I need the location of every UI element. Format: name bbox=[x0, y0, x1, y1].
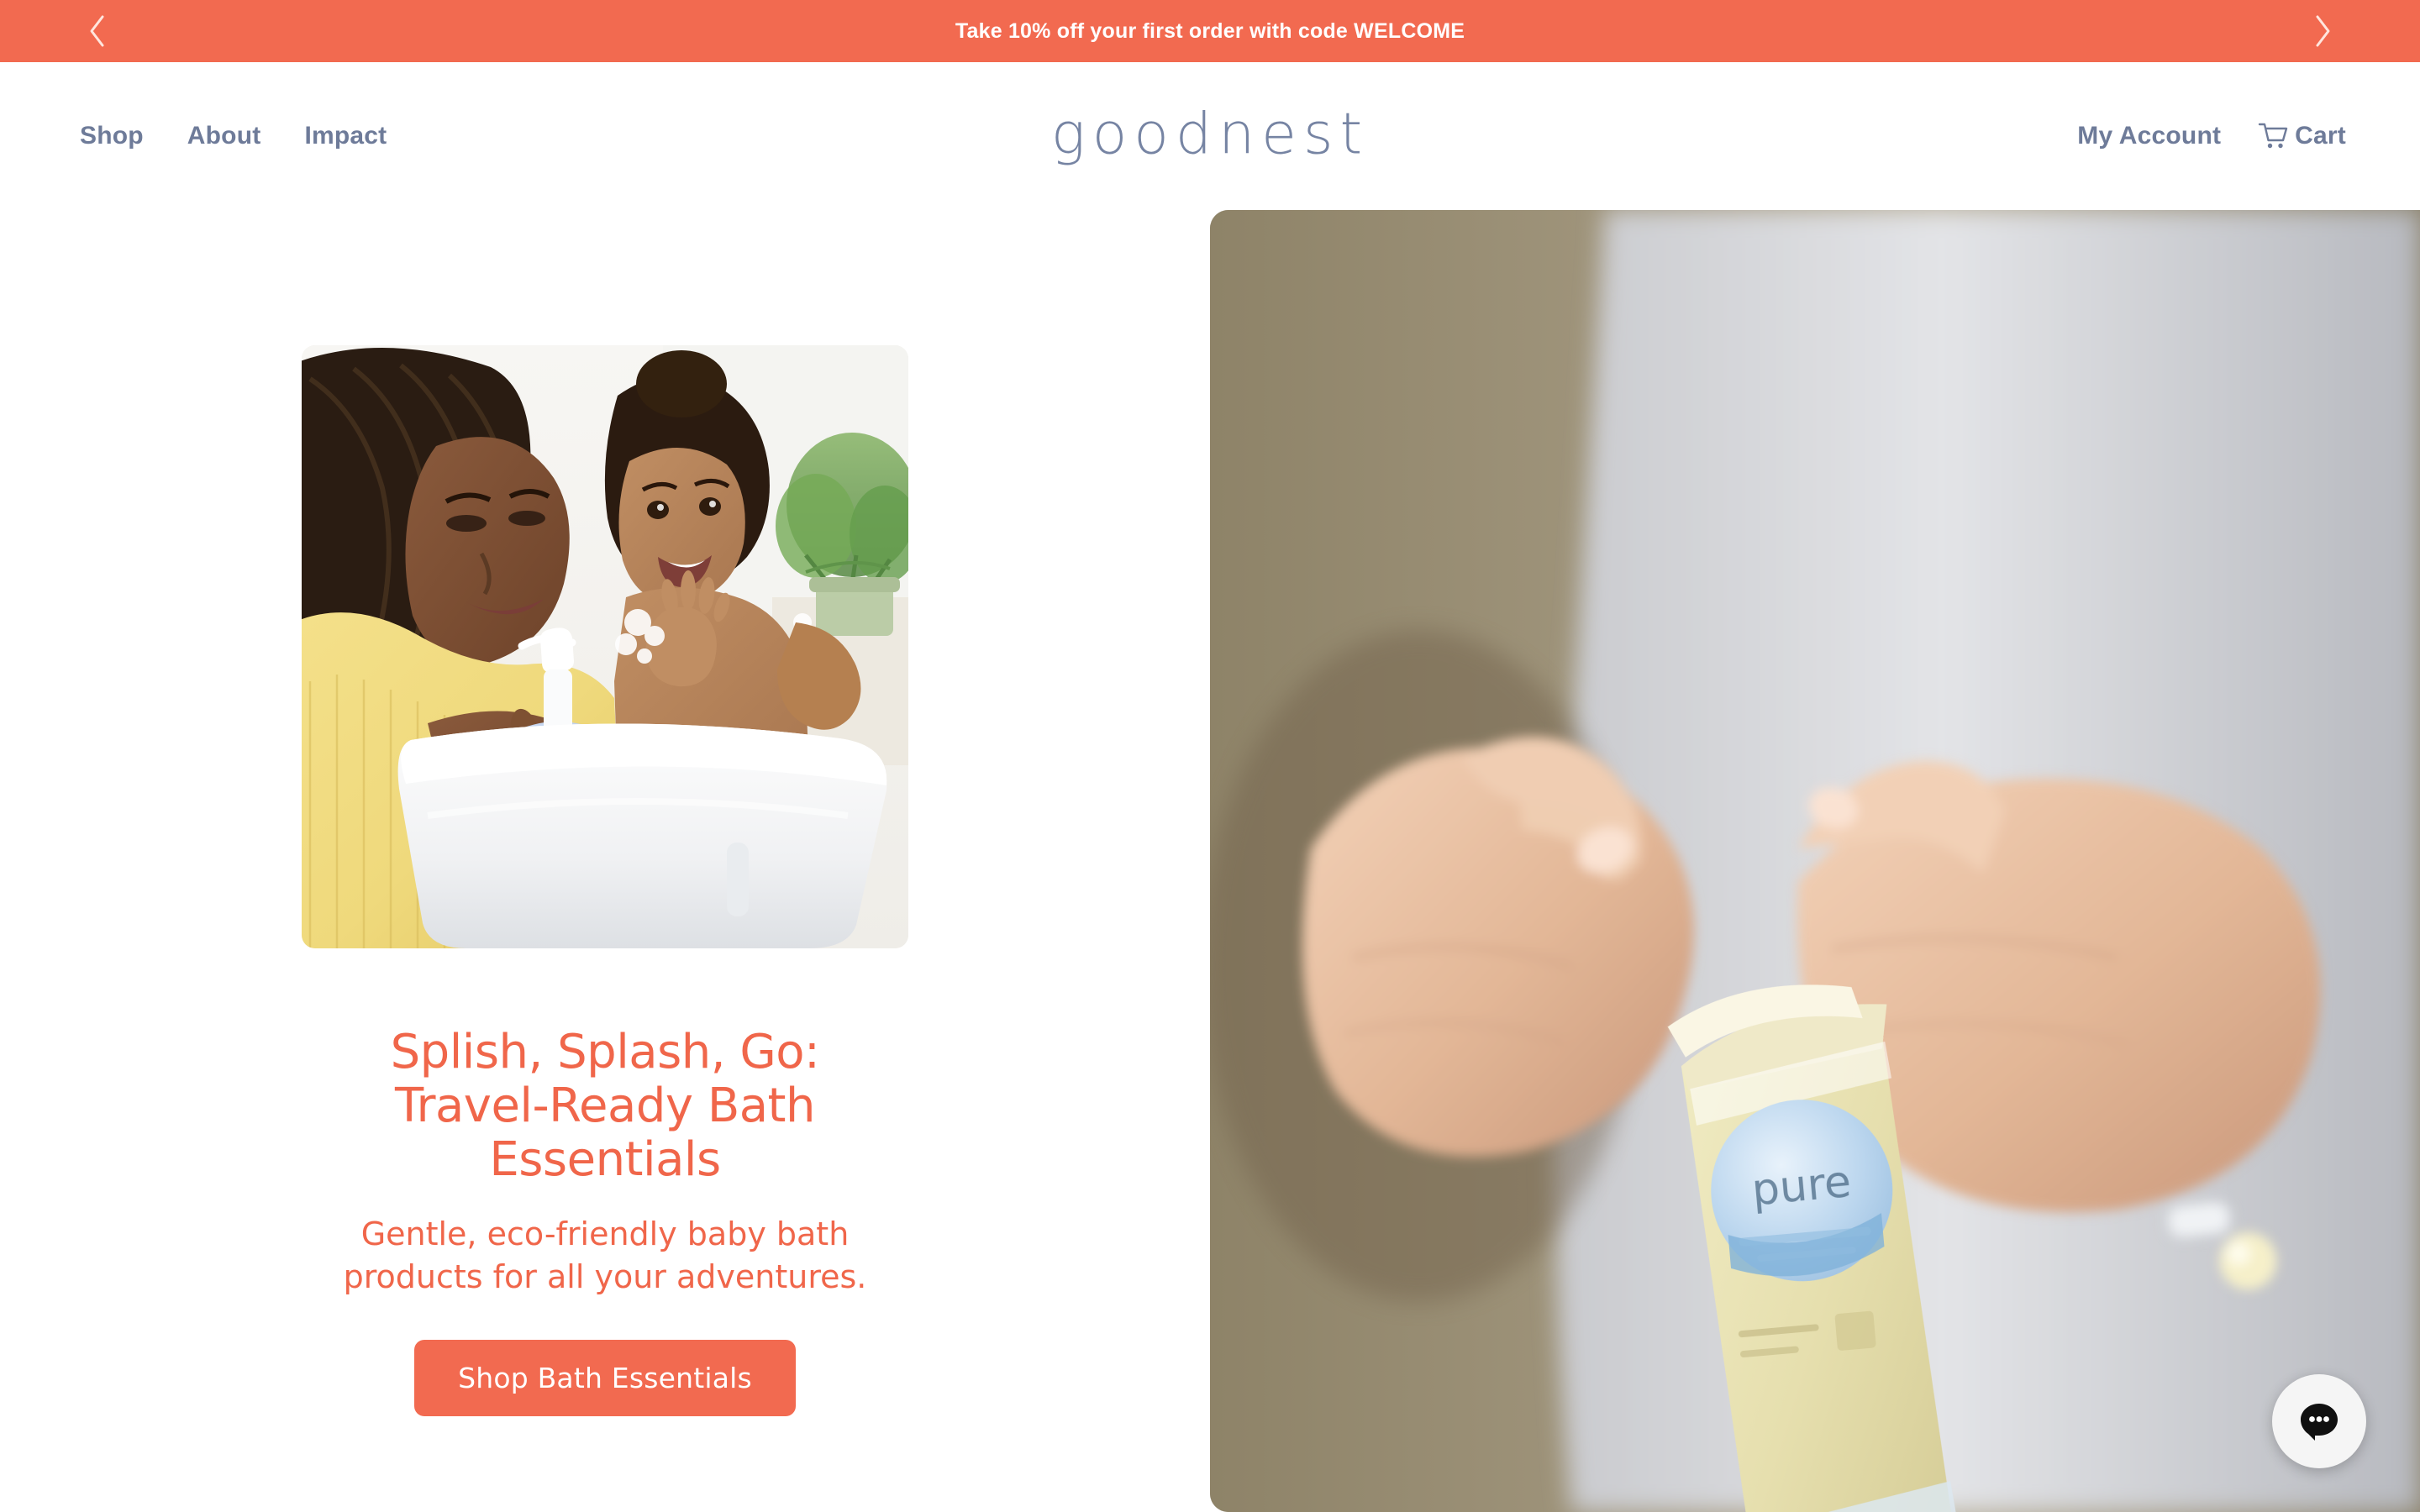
cart-label: Cart bbox=[2295, 122, 2346, 150]
my-account-link[interactable]: My Account bbox=[2077, 122, 2221, 150]
svg-text:pure: pure bbox=[1749, 1157, 1853, 1215]
wipe-packet-video: pure bbox=[1210, 210, 2420, 1512]
chevron-right-icon bbox=[2316, 15, 2330, 47]
chat-widget-button[interactable] bbox=[2272, 1374, 2366, 1468]
primary-navigation: Shop About Impact bbox=[80, 122, 387, 150]
site-header: Shop About Impact goodnest My Account Ca… bbox=[0, 62, 2420, 210]
hero-section: Splish, Splash, Go: Travel-Ready Bath Es… bbox=[0, 210, 2420, 1512]
promo-subheading: Gentle, eco-friendly baby bath products … bbox=[343, 1215, 867, 1295]
chevron-left-icon bbox=[90, 15, 104, 47]
shopping-cart-icon bbox=[2258, 123, 2288, 149]
promo-heading: Splish, Splash, Go: Travel-Ready Bath Es… bbox=[390, 1025, 820, 1187]
announcement-bar: Take 10% off your first order with code … bbox=[0, 0, 2420, 62]
hero-media-panel[interactable]: pure bbox=[1210, 210, 2420, 1512]
site-logo[interactable]: goodnest bbox=[1050, 101, 1370, 168]
shop-bath-essentials-button[interactable]: Shop Bath Essentials bbox=[414, 1339, 796, 1416]
site-logo-text: goodnest bbox=[1050, 101, 1370, 168]
nav-item-impact[interactable]: Impact bbox=[304, 122, 387, 150]
nav-item-shop[interactable]: Shop bbox=[80, 122, 144, 150]
announcement-next-button[interactable] bbox=[2304, 12, 2343, 50]
cart-link[interactable]: Cart bbox=[2258, 122, 2346, 150]
announcement-prev-button[interactable] bbox=[77, 12, 116, 50]
bath-time-photo bbox=[302, 345, 908, 948]
announcement-text: Take 10% off your first order with code … bbox=[955, 18, 1465, 43]
nav-item-about[interactable]: About bbox=[187, 122, 261, 150]
promo-image bbox=[302, 345, 908, 948]
chat-bubble-icon bbox=[2301, 1404, 2338, 1441]
promo-card: Splish, Splash, Go: Travel-Ready Bath Es… bbox=[0, 210, 1210, 1512]
utility-navigation: My Account Cart bbox=[2077, 122, 2346, 150]
